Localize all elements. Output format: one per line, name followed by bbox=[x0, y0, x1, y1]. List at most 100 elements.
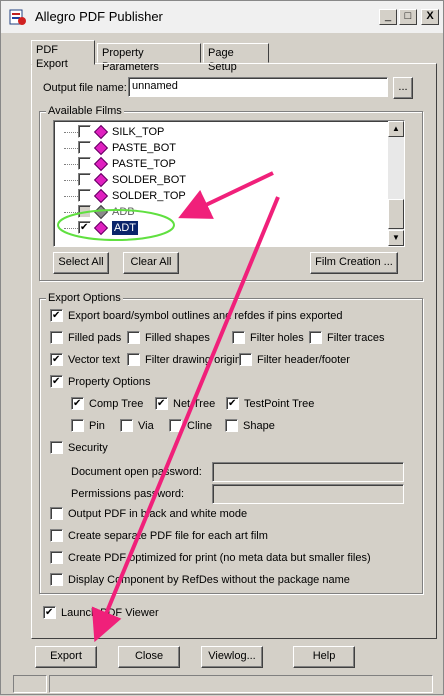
pink-diamond-icon bbox=[93, 220, 109, 236]
list-item[interactable]: SILK_TOP bbox=[54, 124, 384, 140]
vector-text-checkbox[interactable] bbox=[50, 353, 63, 366]
viewlog-button[interactable]: Viewlog... bbox=[201, 646, 263, 668]
via-label: Via bbox=[138, 420, 154, 432]
close-window-button[interactable]: X bbox=[421, 9, 439, 25]
filled-pads-label: Filled pads bbox=[68, 332, 122, 344]
optimized-print-label: Create PDF optimized for print (no meta … bbox=[68, 552, 371, 564]
film-label: SOLDER_BOT bbox=[112, 174, 186, 186]
vector-text-label: Vector text bbox=[68, 354, 120, 366]
film-label: ADB bbox=[112, 206, 135, 218]
shape-checkbox[interactable] bbox=[225, 419, 238, 432]
help-button[interactable]: Help bbox=[293, 646, 355, 668]
filter-header-footer-label: Filter header/footer bbox=[257, 354, 350, 366]
window-title: Allegro PDF Publisher bbox=[35, 9, 163, 24]
property-options-label: Property Options bbox=[68, 376, 151, 388]
black-white-checkbox[interactable] bbox=[50, 507, 63, 520]
export-options-title: Export Options bbox=[46, 291, 123, 305]
film-checkbox[interactable] bbox=[78, 157, 91, 170]
clear-all-button[interactable]: Clear All bbox=[123, 252, 179, 274]
film-label: SOLDER_TOP bbox=[112, 190, 186, 202]
optimized-print-checkbox[interactable] bbox=[50, 551, 63, 564]
cline-label: Cline bbox=[187, 420, 213, 432]
pink-diamond-icon bbox=[93, 140, 109, 156]
list-item[interactable]: PASTE_BOT bbox=[54, 140, 384, 156]
display-refdes-checkbox[interactable] bbox=[50, 573, 63, 586]
tab-property-parameters[interactable]: Property Parameters bbox=[97, 43, 201, 73]
pdf-publisher-window: Allegro PDF Publisher _ □ X PDF Export P… bbox=[0, 0, 444, 695]
film-checkbox[interactable] bbox=[78, 205, 91, 218]
minimize-button[interactable]: _ bbox=[379, 9, 397, 25]
doc-open-password-label: Document open password: bbox=[71, 466, 202, 478]
maximize-button[interactable]: □ bbox=[399, 9, 417, 25]
export-button[interactable]: Export bbox=[35, 646, 97, 668]
list-item[interactable]: PASTE_TOP bbox=[54, 156, 384, 172]
available-films-title: Available Films bbox=[46, 104, 124, 118]
pink-diamond-icon bbox=[93, 124, 109, 140]
scroll-up-icon[interactable]: ▲ bbox=[388, 121, 404, 137]
filled-pads-checkbox[interactable] bbox=[50, 331, 63, 344]
scroll-thumb[interactable] bbox=[388, 199, 404, 229]
pink-diamond-icon bbox=[93, 156, 109, 172]
testpoint-tree-checkbox[interactable] bbox=[226, 397, 239, 410]
launch-viewer-label: Launch PDF Viewer bbox=[61, 607, 159, 619]
list-item[interactable]: SOLDER_BOT bbox=[54, 172, 384, 188]
film-checkbox[interactable] bbox=[78, 221, 91, 234]
separate-pdf-checkbox[interactable] bbox=[50, 529, 63, 542]
filter-traces-label: Filter traces bbox=[327, 332, 385, 344]
security-checkbox[interactable] bbox=[50, 441, 63, 454]
separate-pdf-label: Create separate PDF file for each art fi… bbox=[68, 530, 268, 542]
doc-open-password-field[interactable] bbox=[212, 462, 404, 482]
comp-tree-checkbox[interactable] bbox=[71, 397, 84, 410]
filled-shapes-checkbox[interactable] bbox=[127, 331, 140, 344]
tab-pdf-export[interactable]: PDF Export bbox=[31, 40, 95, 70]
pink-diamond-icon bbox=[93, 188, 109, 204]
list-item[interactable]: ADT bbox=[54, 220, 384, 236]
filter-holes-checkbox[interactable] bbox=[232, 331, 245, 344]
film-label: SILK_TOP bbox=[112, 126, 165, 138]
filter-holes-label: Filter holes bbox=[250, 332, 304, 344]
film-creation-button[interactable]: Film Creation ... bbox=[310, 252, 398, 274]
board-outlines-checkbox[interactable] bbox=[50, 309, 63, 322]
films-scrollbar[interactable]: ▲ ▼ bbox=[388, 121, 404, 246]
comp-tree-label: Comp Tree bbox=[89, 398, 144, 410]
film-checkbox[interactable] bbox=[78, 141, 91, 154]
tab-page-setup[interactable]: Page Setup bbox=[203, 43, 269, 73]
status-pane bbox=[49, 675, 433, 693]
security-label: Security bbox=[68, 442, 108, 454]
filled-shapes-label: Filled shapes bbox=[145, 332, 210, 344]
app-icon bbox=[9, 9, 26, 25]
browse-button[interactable]: ... bbox=[393, 77, 413, 99]
output-file-label: Output file name: bbox=[43, 82, 127, 94]
filter-header-footer-checkbox[interactable] bbox=[239, 353, 252, 366]
film-label: ADT bbox=[111, 220, 139, 236]
film-checkbox[interactable] bbox=[78, 125, 91, 138]
gray-diamond-icon bbox=[93, 204, 109, 220]
close-button[interactable]: Close bbox=[118, 646, 180, 668]
pin-checkbox[interactable] bbox=[71, 419, 84, 432]
net-tree-checkbox[interactable] bbox=[155, 397, 168, 410]
list-item[interactable]: ADB bbox=[54, 204, 384, 220]
filter-drawing-origin-checkbox[interactable] bbox=[127, 353, 140, 366]
select-all-button[interactable]: Select All bbox=[53, 252, 109, 274]
testpoint-tree-label: TestPoint Tree bbox=[244, 398, 315, 410]
property-options-checkbox[interactable] bbox=[50, 375, 63, 388]
via-checkbox[interactable] bbox=[120, 419, 133, 432]
net-tree-label: Net Tree bbox=[173, 398, 216, 410]
display-refdes-label: Display Component by RefDes without the … bbox=[68, 574, 350, 586]
status-pane bbox=[13, 675, 47, 693]
films-list[interactable]: SILK_TOP PASTE_BOT PASTE_TOP SOLDER_BOT … bbox=[53, 120, 405, 247]
list-item[interactable]: SOLDER_TOP bbox=[54, 188, 384, 204]
filter-drawing-origin-label: Filter drawing origin bbox=[145, 354, 241, 366]
shape-label: Shape bbox=[243, 420, 275, 432]
scroll-down-icon[interactable]: ▼ bbox=[388, 230, 404, 246]
film-checkbox[interactable] bbox=[78, 173, 91, 186]
pin-label: Pin bbox=[89, 420, 105, 432]
launch-viewer-checkbox[interactable] bbox=[43, 606, 56, 619]
filter-traces-checkbox[interactable] bbox=[309, 331, 322, 344]
permissions-password-field[interactable] bbox=[212, 484, 404, 504]
status-bar bbox=[1, 673, 443, 695]
cline-checkbox[interactable] bbox=[169, 419, 182, 432]
film-checkbox[interactable] bbox=[78, 189, 91, 202]
black-white-label: Output PDF in black and white mode bbox=[68, 508, 248, 520]
output-file-input[interactable]: unnamed bbox=[128, 77, 388, 97]
